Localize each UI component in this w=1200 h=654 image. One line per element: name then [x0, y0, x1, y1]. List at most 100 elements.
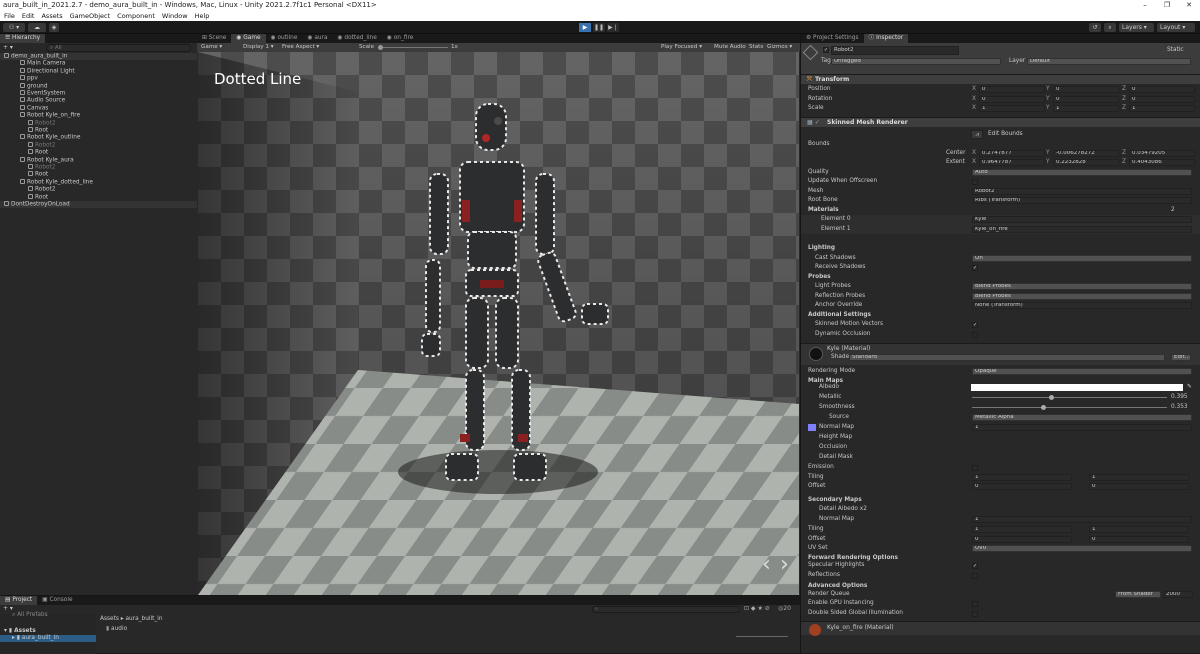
maximize-button[interactable]: ❐ [1156, 0, 1178, 11]
reflections-checkbox[interactable] [972, 572, 978, 579]
light-probes-dropdown[interactable]: Blend Probes [972, 283, 1192, 290]
minimize-button[interactable]: – [1134, 0, 1156, 11]
next-arrow-button[interactable]: › [780, 552, 789, 577]
source-dropdown[interactable]: Metallic Alpha [972, 414, 1192, 421]
hierarchy-search-input[interactable]: ⌕ All [46, 44, 191, 52]
stats-toggle[interactable]: Stats [749, 43, 763, 52]
menu-file[interactable]: File [4, 11, 15, 21]
mute-audio-toggle[interactable]: Mute Audio [714, 43, 746, 52]
breadcrumb-aura-built-in[interactable]: aura_built_in [125, 616, 162, 622]
rendering-mode-dropdown[interactable]: Opaque [972, 368, 1192, 375]
gpu-instancing-checkbox[interactable] [972, 601, 978, 607]
smoothness-slider-thumb[interactable] [1040, 405, 1046, 410]
hierarchy-item[interactable]: Robot2 [0, 141, 197, 149]
tab-console[interactable]: ▣ Console [37, 596, 77, 605]
hierarchy-item[interactable]: Robot Kyle_outline [0, 134, 197, 141]
hierarchy-item[interactable]: Root [0, 149, 197, 156]
edit-bounds-button[interactable]: ⩘ [971, 129, 983, 139]
smoothness-slider-track[interactable] [972, 407, 1167, 408]
hierarchy-item[interactable]: demo_aura_built_in [0, 53, 197, 61]
menu-help[interactable]: Help [195, 11, 210, 21]
game-viewport[interactable]: Dotted Line ‹ › [198, 52, 799, 595]
secondary-tiling-y-field[interactable]: 1 [1089, 526, 1189, 533]
menu-assets[interactable]: Assets [41, 11, 62, 21]
vector-y-field[interactable]: 1 [1053, 105, 1119, 112]
transform-header[interactable]: Transform ⤧ [801, 74, 1200, 84]
tiling-y-field[interactable]: 1 [1089, 473, 1189, 481]
prev-arrow-button[interactable]: ‹ [762, 552, 771, 577]
tab-on-fire[interactable]: ◉ on_fire [382, 34, 419, 43]
vector-x-field[interactable]: 1 [979, 105, 1045, 112]
project-search-input[interactable]: ⌕ [592, 606, 740, 613]
active-checkbox[interactable]: ✓ [823, 47, 829, 53]
hierarchy-item[interactable]: Robot Kyle_dotted_line [0, 178, 197, 186]
shader-dropdown[interactable]: Standard [849, 354, 1165, 361]
render-queue-mode-dropdown[interactable]: From Shader [1115, 590, 1161, 598]
hierarchy-item[interactable]: Directional Light [0, 67, 197, 75]
material-element-field[interactable]: Kyle [972, 216, 1192, 223]
menu-component[interactable]: Component [117, 11, 155, 21]
quality-dropdown[interactable]: Auto [972, 168, 1192, 176]
account-button[interactable]: ⚇ ▾ [3, 23, 25, 32]
tab-project[interactable]: ▤ Project [0, 596, 38, 605]
receive-shadows-checkbox[interactable]: ✓ [972, 265, 978, 271]
next-material-header[interactable]: Kyle_on_fire (Material) [801, 621, 1200, 636]
tab-hierarchy[interactable]: ☰ Hierarchy [0, 34, 46, 43]
layers-dropdown[interactable]: Layers ▾ [1119, 23, 1154, 32]
object-name-field[interactable]: Robot2 [831, 46, 959, 55]
normal-map-texture-icon[interactable] [808, 424, 816, 431]
eyedropper-icon[interactable]: ✎ [1187, 383, 1192, 393]
hierarchy-item[interactable]: Root [0, 193, 197, 201]
vector-x-field[interactable]: 0 [979, 86, 1045, 93]
vector-z-field[interactable]: 0.4043086 [1129, 159, 1195, 166]
metallic-slider-track[interactable] [972, 397, 1167, 398]
vector-y-field[interactable]: 0 [1053, 86, 1119, 93]
tag-dropdown[interactable]: Untagged [831, 58, 1001, 65]
tab-inspector[interactable]: ⓘ Inspector [863, 34, 909, 43]
hierarchy-item[interactable]: Root [0, 171, 197, 178]
specular-checkbox[interactable]: ✓ [972, 563, 978, 569]
hierarchy-item[interactable]: ppv [0, 75, 197, 82]
project-add-button[interactable]: + ▾ [3, 605, 13, 612]
pause-icon[interactable]: ❚❚ [593, 23, 605, 32]
hierarchy-item[interactable]: Root [0, 127, 197, 134]
folder-audio[interactable]: ▮ audio [106, 626, 127, 632]
vector-z-field[interactable]: 0 [1129, 95, 1195, 103]
tab-aura[interactable]: ◉ aura [302, 34, 332, 43]
reflection-probes-dropdown[interactable]: Blend Probes [972, 292, 1192, 300]
static-toggle[interactable]: Static [1167, 47, 1184, 53]
uv-set-dropdown[interactable]: UV0 [972, 545, 1192, 552]
shader-edit-button[interactable]: Edit... [1171, 354, 1191, 361]
breadcrumb-assets[interactable]: Assets [100, 616, 119, 622]
tiling-x-field[interactable]: 1 [972, 473, 1072, 481]
hierarchy-item[interactable]: Robot2 [0, 186, 197, 193]
skinned-mesh-renderer-header[interactable]: Skinned Mesh Renderer ▦ ✓ [801, 116, 1200, 127]
menu-edit[interactable]: Edit [22, 11, 35, 21]
project-tree-all-prefabs[interactable]: ⌕ All Prefabs [0, 612, 96, 619]
vector-x-field[interactable]: 0 [979, 95, 1045, 103]
hierarchy-item[interactable]: Main Camera [0, 60, 197, 67]
cast-shadows-dropdown[interactable]: On [972, 254, 1192, 262]
secondary-normal-field[interactable]: 1 [972, 516, 1192, 523]
dynamic-occlusion-checkbox[interactable] [972, 331, 978, 338]
add-button[interactable]: + ▾ [3, 44, 13, 51]
tab-scene[interactable]: ⊞ Scene [197, 34, 231, 43]
layer-dropdown[interactable]: Default [1027, 58, 1191, 65]
tab-game[interactable]: ◉ Game [231, 34, 266, 43]
tab-project-settings[interactable]: ⚙ Project Settings [801, 34, 864, 43]
material-element-field[interactable]: Kyle_on_fire [972, 225, 1192, 233]
cloud-icon[interactable]: ☁ [28, 23, 46, 32]
scale-slider-thumb[interactable] [378, 45, 383, 50]
albedo-color-swatch[interactable] [971, 384, 1183, 391]
tab-dotted-line[interactable]: ◉ dotted_line [333, 34, 382, 43]
layout-dropdown[interactable]: Layout ▾ [1157, 23, 1195, 32]
menu-window[interactable]: Window [162, 11, 188, 21]
close-button[interactable]: ✕ [1178, 0, 1200, 11]
offset-x-field[interactable]: 0 [972, 483, 1072, 490]
mesh-field[interactable]: Robot2 [972, 187, 1192, 195]
metallic-slider-thumb[interactable] [1049, 395, 1055, 400]
vector-y-field[interactable]: 0 [1053, 95, 1119, 103]
normal-scale-field[interactable]: 1 [972, 424, 1192, 431]
step-icon[interactable]: ▶❘ [607, 23, 619, 32]
vector-y-field[interactable]: -0.006278272 [1053, 149, 1119, 157]
